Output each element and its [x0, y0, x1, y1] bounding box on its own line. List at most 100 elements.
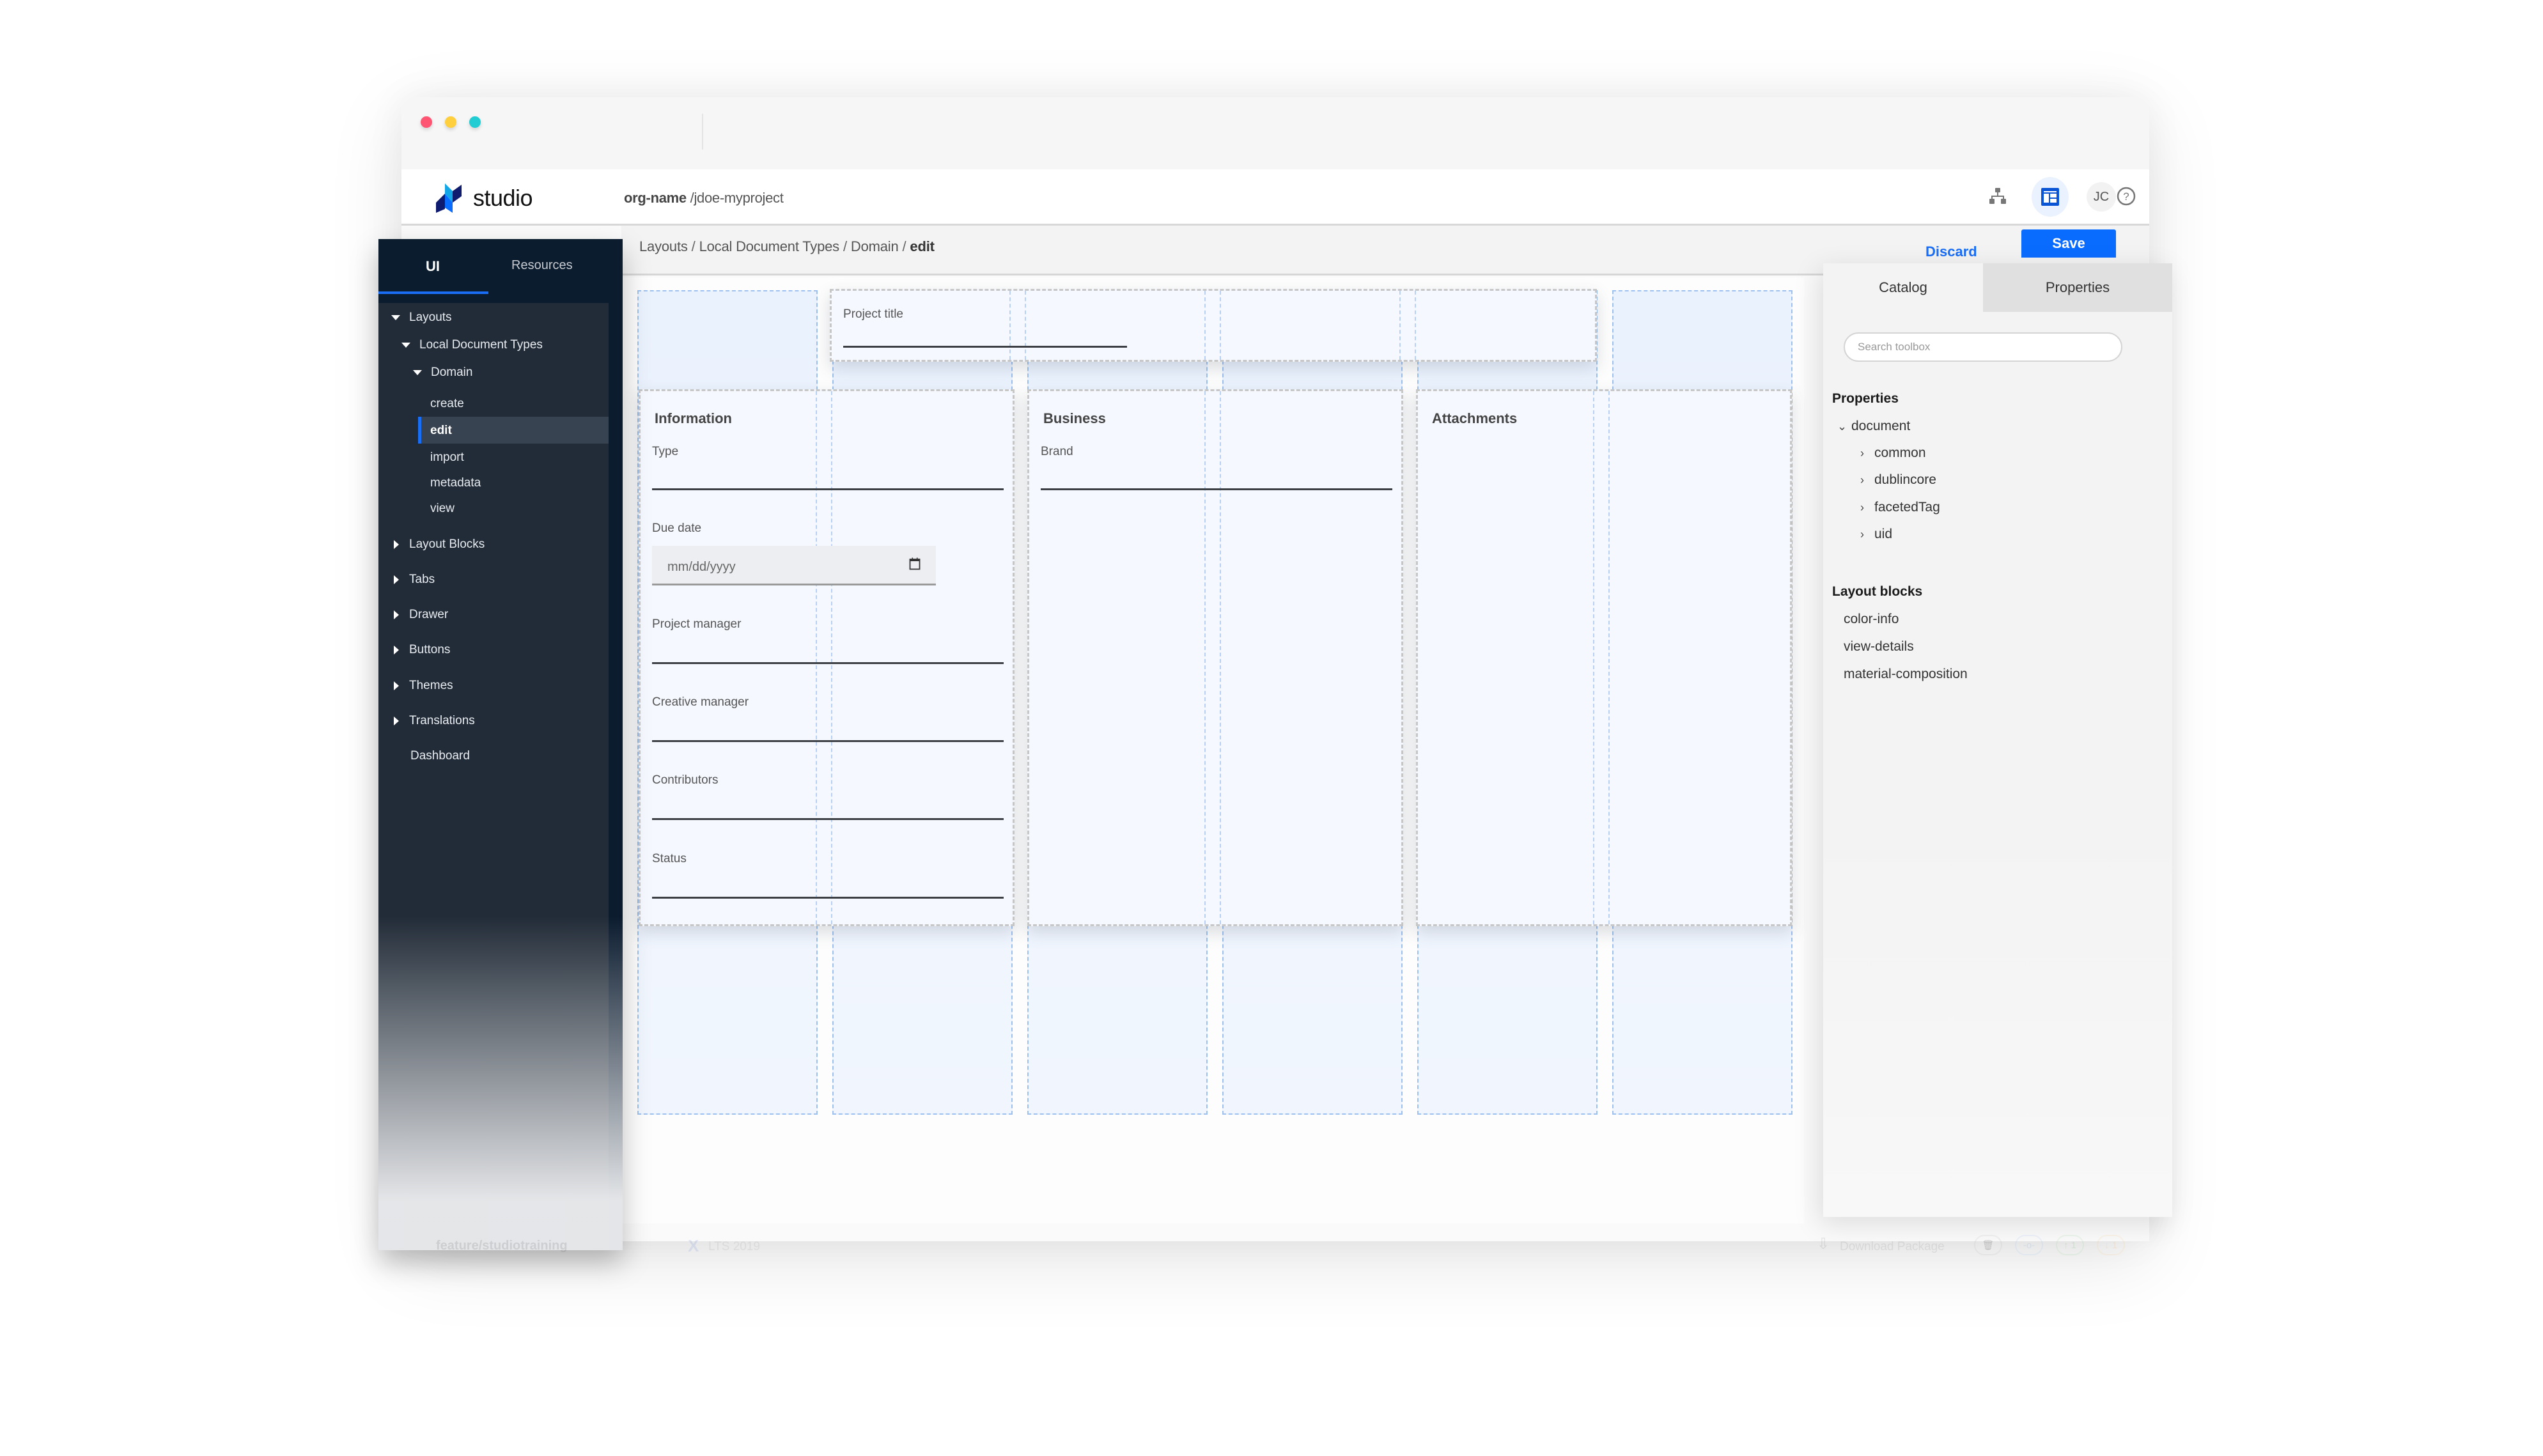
- tree-item-tabs[interactable]: Tabs: [394, 573, 435, 587]
- push-button[interactable]: ↑ 1: [2056, 1235, 2084, 1255]
- title-bar: [401, 97, 2149, 169]
- breadcrumb-separator: /: [902, 238, 906, 254]
- caret-right-icon[interactable]: [394, 610, 399, 619]
- tree-item-label: import: [430, 451, 464, 464]
- trash-button[interactable]: 🗑: [1974, 1235, 2002, 1255]
- tree-item-document[interactable]: ⌄ document: [1837, 419, 1910, 434]
- tab-properties[interactable]: Properties: [1983, 263, 2172, 312]
- caret-right-icon[interactable]: [394, 645, 399, 654]
- tree-item-label: view: [430, 502, 455, 515]
- type-input[interactable]: [652, 488, 1004, 490]
- project-title-input[interactable]: [843, 346, 1127, 348]
- breadcrumb-separator: /: [843, 238, 847, 254]
- attachments-block[interactable]: Attachments: [1416, 389, 1792, 926]
- layout-block-item[interactable]: material-composition: [1844, 667, 1968, 682]
- caret-right-icon[interactable]: [394, 716, 399, 725]
- tree-item-label: Layout Blocks: [409, 538, 485, 551]
- tree-item-buttons[interactable]: Buttons: [394, 643, 450, 657]
- tree-item-domain[interactable]: Domain: [413, 366, 472, 380]
- tab-resources[interactable]: Resources: [511, 258, 573, 273]
- chevron-right-icon[interactable]: ›: [1860, 447, 1874, 460]
- creative-manager-input[interactable]: [652, 740, 1004, 742]
- tree-item-uid[interactable]: › uid: [1860, 527, 1892, 542]
- close-window-button[interactable]: [421, 116, 432, 128]
- chevron-down-icon[interactable]: ⌄: [1837, 420, 1851, 433]
- tree-item-create[interactable]: create: [430, 397, 464, 411]
- tab-catalog[interactable]: Catalog: [1823, 263, 1983, 312]
- project-manager-input[interactable]: [652, 662, 1004, 664]
- column-guide: [1025, 291, 1026, 360]
- user-avatar[interactable]: JC: [2087, 182, 2116, 212]
- caret-down-icon[interactable]: [413, 369, 422, 375]
- title-divider: [702, 114, 703, 150]
- caret-down-icon[interactable]: [401, 342, 410, 348]
- active-tab-indicator: [378, 291, 488, 294]
- tree-item-layouts[interactable]: Layouts: [391, 311, 452, 325]
- panel-fade-overlay: [1823, 833, 2172, 1217]
- due-date-input[interactable]: mm/dd/yyyy: [652, 546, 936, 585]
- project-title-block[interactable]: Project title: [830, 289, 1597, 362]
- tree-item-layout-blocks[interactable]: Layout Blocks: [394, 538, 485, 552]
- layout-editor-button[interactable]: [2032, 177, 2069, 217]
- minimize-window-button[interactable]: [445, 116, 456, 128]
- tree-item-view[interactable]: view: [430, 502, 455, 516]
- tree-item-local-document-types[interactable]: Local Document Types: [401, 338, 543, 352]
- tree-item-label: create: [430, 397, 464, 410]
- hierarchy-button[interactable]: [1980, 178, 2016, 214]
- tree-item-label: edit: [430, 424, 452, 437]
- breadcrumb-item[interactable]: Local Document Types: [699, 238, 840, 254]
- chevron-right-icon[interactable]: ›: [1860, 501, 1874, 515]
- chevron-right-icon[interactable]: ›: [1860, 528, 1874, 541]
- business-block[interactable]: Business Brand: [1027, 389, 1403, 926]
- tree-item-edit[interactable]: edit: [430, 424, 452, 438]
- download-package-button[interactable]: Download Package: [1840, 1240, 1945, 1254]
- information-block[interactable]: Information Type Due date mm/dd/yyyy Pro…: [639, 389, 1015, 926]
- pull-count: ↓ 1: [2104, 1239, 2117, 1251]
- push-count: ↑ 1: [2063, 1239, 2076, 1251]
- search-toolbox-input[interactable]: [1844, 332, 2122, 362]
- tree-item-facetedtag[interactable]: › facetedTag: [1860, 500, 1940, 515]
- caret-right-icon[interactable]: [394, 575, 399, 584]
- contributors-label: Contributors: [652, 773, 719, 787]
- tree-item-translations[interactable]: Translations: [394, 714, 475, 728]
- column-guide: [1220, 391, 1221, 924]
- studio-logo-icon: [436, 183, 462, 213]
- tree-item-label: Translations: [409, 714, 475, 727]
- caret-right-icon[interactable]: [394, 539, 399, 549]
- column-guide: [1399, 291, 1401, 360]
- tree-item-themes[interactable]: Themes: [394, 679, 453, 693]
- commit-button[interactable]: -o-: [2015, 1235, 2043, 1255]
- maximize-window-button[interactable]: [469, 116, 481, 128]
- layout-block-item[interactable]: color-info: [1844, 612, 1899, 627]
- save-button[interactable]: Save: [2021, 229, 2116, 258]
- column-guide: [831, 391, 832, 924]
- brand-input[interactable]: [1041, 488, 1392, 490]
- block-title: Business: [1043, 410, 1106, 426]
- calendar-icon[interactable]: [909, 557, 921, 570]
- tree-item-import[interactable]: import: [430, 451, 464, 465]
- caret-right-icon[interactable]: [394, 681, 399, 690]
- pull-button[interactable]: ↓ 1: [2097, 1235, 2125, 1255]
- avatar-initials: JC: [2093, 189, 2110, 204]
- status-label: Status: [652, 852, 687, 865]
- tree-item-dashboard[interactable]: Dashboard: [410, 749, 470, 763]
- layout-block-item[interactable]: view-details: [1844, 639, 1914, 654]
- discard-button[interactable]: Discard: [1925, 244, 1977, 260]
- layout-blocks-heading: Layout blocks: [1832, 584, 1923, 599]
- tree-item-metadata[interactable]: metadata: [430, 476, 481, 490]
- tree-item-drawer[interactable]: Drawer: [394, 608, 448, 622]
- chevron-right-icon[interactable]: ›: [1860, 474, 1874, 487]
- right-panel: Catalog Properties Properties ⌄document …: [1823, 263, 2172, 1217]
- project-path[interactable]: org-name /jdoe-myproject: [624, 190, 784, 206]
- tab-ui[interactable]: UI: [426, 258, 440, 275]
- tree-item-common[interactable]: › common: [1860, 445, 1926, 461]
- breadcrumb-item[interactable]: Domain: [851, 238, 899, 254]
- caret-down-icon[interactable]: [391, 314, 400, 320]
- contributors-input[interactable]: [652, 818, 1004, 820]
- branch-name[interactable]: feature/studiotraining: [436, 1239, 568, 1253]
- download-icon[interactable]: ⇩: [1817, 1235, 1830, 1253]
- status-input[interactable]: [652, 897, 1004, 899]
- tree-item-dublincore[interactable]: › dublincore: [1860, 472, 1936, 488]
- breadcrumb-item[interactable]: Layouts: [639, 238, 688, 254]
- commit-icon: -o-: [2023, 1239, 2035, 1251]
